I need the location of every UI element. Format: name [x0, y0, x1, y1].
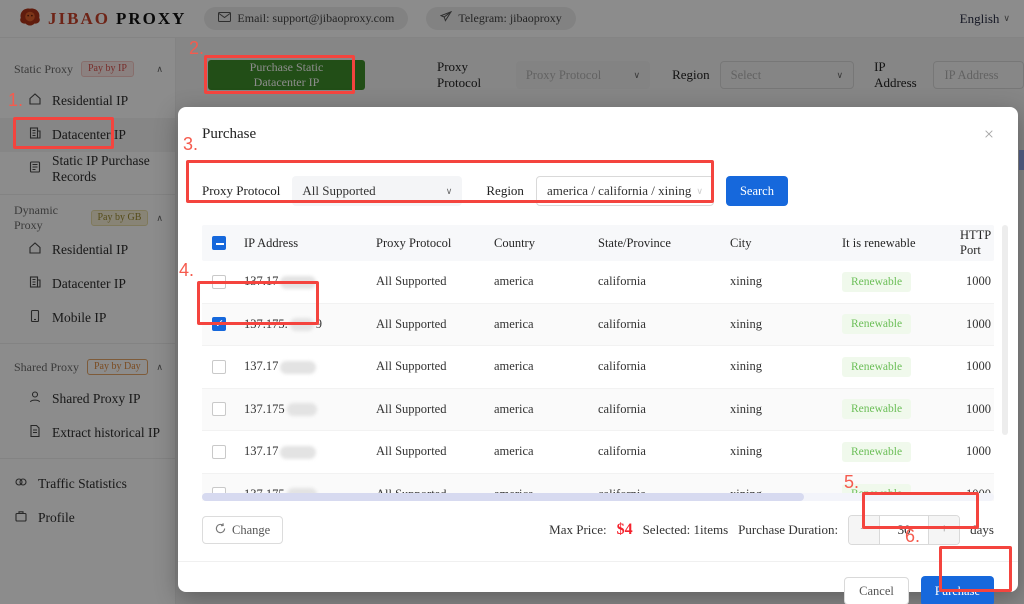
column-header-country: Country: [490, 236, 594, 251]
http-port-cell: 1000: [956, 317, 994, 332]
city-cell: xining: [726, 317, 838, 332]
purchase-modal: Purchase × Proxy Protocol All Supported …: [178, 107, 1018, 592]
ip-table: IP Address Proxy Protocol Country State/…: [202, 225, 994, 501]
modal-proxy-protocol-select[interactable]: All Supported ∨: [292, 176, 462, 206]
masked-ip-segment: [280, 361, 316, 374]
row-checkbox[interactable]: [212, 445, 226, 459]
table-row[interactable]: 137.17 All Supported america california …: [202, 261, 994, 304]
vertical-scrollbar[interactable]: [1002, 225, 1008, 455]
horizontal-scrollbar-thumb[interactable]: [202, 493, 804, 501]
city-cell: xining: [726, 359, 838, 374]
http-port-cell: 1000: [956, 444, 994, 459]
row-checkbox[interactable]: [212, 317, 226, 331]
city-cell: xining: [726, 444, 838, 459]
renewable-badge: Renewable: [842, 442, 911, 462]
ip-address-cell: 137.17: [240, 444, 372, 459]
renewable-badge: Renewable: [842, 357, 911, 377]
modal-footer: Cancel Purchase: [202, 562, 994, 604]
refresh-icon: [215, 523, 226, 538]
duration-stepper: − 30 +: [848, 515, 960, 545]
http-port-cell: 1000: [956, 402, 994, 417]
country-cell: america: [490, 402, 594, 417]
modal-region-select[interactable]: america / california / xining ∨: [536, 176, 714, 206]
country-cell: america: [490, 444, 594, 459]
screen: JIBAO PROXY Email: support@jibaoproxy.co…: [0, 0, 1024, 604]
column-header-state: State/Province: [594, 236, 726, 251]
table-row[interactable]: 137.17 All Supported america california …: [202, 346, 994, 389]
column-header-city: City: [726, 236, 838, 251]
masked-ip-segment: [290, 318, 314, 331]
country-cell: america: [490, 274, 594, 289]
ip-address-cell: 137.175: [240, 402, 372, 417]
ip-address-cell: 137.17: [240, 274, 372, 289]
row-checkbox[interactable]: [212, 275, 226, 289]
change-button-label: Change: [232, 523, 270, 538]
row-checkbox[interactable]: [212, 402, 226, 416]
state-cell: california: [594, 359, 726, 374]
max-price-value: $4: [617, 521, 633, 539]
column-header-renewable: It is renewable: [838, 236, 956, 251]
masked-ip-segment: [280, 446, 316, 459]
duration-unit-label: days: [970, 522, 994, 538]
column-header-http-port: HTTP Port: [956, 228, 994, 258]
modal-bottom-bar: Change Max Price: $4 Selected: 1items Pu…: [202, 515, 994, 545]
protocol-cell: All Supported: [372, 317, 490, 332]
select-value: america / california / xining: [547, 183, 691, 199]
renewable-badge: Renewable: [842, 314, 911, 334]
state-cell: california: [594, 274, 726, 289]
table-header-row: IP Address Proxy Protocol Country State/…: [202, 225, 994, 261]
modal-title: Purchase: [202, 126, 256, 143]
masked-ip-segment: [287, 403, 317, 416]
table-row[interactable]: 137.17 All Supported america california …: [202, 431, 994, 474]
protocol-cell: All Supported: [372, 359, 490, 374]
selected-count-text: Selected: 1items: [643, 522, 729, 538]
column-header-ip: IP Address: [240, 236, 372, 251]
chevron-down-icon: ∨: [446, 186, 453, 197]
purchase-duration-label: Purchase Duration:: [738, 522, 838, 538]
protocol-cell: All Supported: [372, 402, 490, 417]
http-port-cell: 1000: [956, 359, 994, 374]
city-cell: xining: [726, 402, 838, 417]
chevron-down-icon: ∨: [696, 186, 703, 197]
state-cell: california: [594, 444, 726, 459]
close-icon[interactable]: ×: [984, 125, 994, 143]
increment-button[interactable]: +: [929, 516, 959, 544]
cancel-button[interactable]: Cancel: [844, 577, 909, 604]
renewable-badge: Renewable: [842, 272, 911, 292]
horizontal-scrollbar[interactable]: [202, 493, 994, 501]
ip-address-cell: 137.17: [240, 359, 372, 374]
purchase-button[interactable]: Purchase: [921, 576, 994, 604]
ip-address-cell: 137.175.9: [240, 317, 372, 332]
select-all-checkbox[interactable]: [212, 236, 226, 250]
modal-region-label: Region: [486, 183, 524, 199]
city-cell: xining: [726, 274, 838, 289]
protocol-cell: All Supported: [372, 274, 490, 289]
row-checkbox[interactable]: [212, 360, 226, 374]
state-cell: california: [594, 317, 726, 332]
state-cell: california: [594, 402, 726, 417]
change-button[interactable]: Change: [202, 516, 283, 544]
country-cell: america: [490, 317, 594, 332]
http-port-cell: 1000: [956, 274, 994, 289]
renewable-badge: Renewable: [842, 399, 911, 419]
table-row[interactable]: 137.175 All Supported america california…: [202, 389, 994, 432]
modal-proxy-protocol-label: Proxy Protocol: [202, 183, 280, 199]
select-value: All Supported: [302, 183, 375, 199]
country-cell: america: [490, 359, 594, 374]
decrement-button[interactable]: −: [849, 516, 879, 544]
masked-ip-segment: [280, 276, 316, 289]
table-body: 137.17 All Supported america california …: [202, 261, 994, 501]
max-price-label: Max Price:: [549, 522, 606, 538]
modal-filter-row: Proxy Protocol All Supported ∨ Region am…: [202, 175, 994, 207]
table-row-selected[interactable]: 137.175.9 All Supported america californ…: [202, 304, 994, 347]
search-button[interactable]: Search: [726, 176, 788, 206]
browser-scrollbar-thumb[interactable]: [1019, 150, 1024, 170]
vertical-scrollbar-thumb[interactable]: [1002, 225, 1008, 435]
column-header-protocol: Proxy Protocol: [372, 236, 490, 251]
protocol-cell: All Supported: [372, 444, 490, 459]
duration-input[interactable]: 30: [879, 516, 929, 544]
